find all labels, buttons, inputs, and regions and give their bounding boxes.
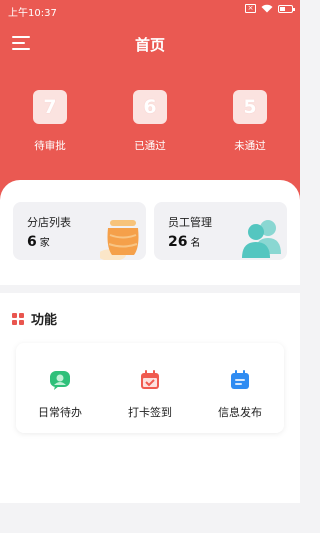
bottom-area xyxy=(0,503,300,533)
stat-pending[interactable]: 7 待审批 xyxy=(15,90,85,153)
features-header: 功能 xyxy=(12,309,57,328)
branch-list-title: 分店列表 xyxy=(27,216,71,229)
approval-stats: 7 待审批 6 已通过 5 未通过 xyxy=(0,90,300,160)
branch-count: 6家 xyxy=(27,234,50,250)
calendar-check-icon xyxy=(141,370,159,389)
feature-check-in[interactable]: 打卡签到 xyxy=(110,369,190,420)
wifi-icon xyxy=(261,4,273,13)
staff-management-title: 员工管理 xyxy=(168,216,212,229)
feature-info-publish[interactable]: 信息发布 xyxy=(200,369,280,420)
feature-info-publish-label: 信息发布 xyxy=(218,406,262,419)
feature-daily-todo[interactable]: 日常待办 xyxy=(20,369,100,420)
features-section: 功能 日常待办 打卡签到 信息发布 xyxy=(0,293,300,503)
stat-approved-label: 已通过 xyxy=(134,140,166,152)
grid-icon xyxy=(12,312,24,325)
status-icons: × xyxy=(245,4,295,13)
stat-rejected[interactable]: 5 未通过 xyxy=(215,90,285,153)
stat-rejected-label: 未通过 xyxy=(234,140,266,152)
top-bar: 首页 xyxy=(0,28,300,58)
chat-icon xyxy=(50,371,70,390)
staff-count-unit: 名 xyxy=(190,238,201,249)
status-bar: 上午10:37 × xyxy=(0,0,300,20)
staff-count-value: 26 xyxy=(168,234,188,250)
page-title: 首页 xyxy=(134,36,165,54)
stat-pending-count: 7 xyxy=(33,90,67,124)
stat-approved-count: 6 xyxy=(133,90,167,124)
summary-panel: 分店列表 6家 员工管理 26 名 xyxy=(0,180,300,285)
feature-check-in-label: 打卡签到 xyxy=(128,406,172,419)
features-grid: 日常待办 打卡签到 信息发布 xyxy=(16,343,284,433)
branch-list-card[interactable]: 分店列表 6家 xyxy=(13,202,146,260)
features-title: 功能 xyxy=(31,313,58,328)
jar-icon xyxy=(100,220,139,260)
status-time: 上午10:37 xyxy=(8,8,57,19)
battery-icon xyxy=(278,4,295,13)
stat-approved[interactable]: 6 已通过 xyxy=(115,90,185,153)
feature-daily-todo-label: 日常待办 xyxy=(38,406,82,419)
no-sim-icon: × xyxy=(245,4,256,13)
branch-count-unit: 家 xyxy=(39,238,50,249)
people-icon xyxy=(242,220,281,258)
staff-management-card[interactable]: 员工管理 26 名 xyxy=(154,202,287,260)
staff-count: 26 名 xyxy=(168,234,200,250)
stat-pending-label: 待审批 xyxy=(34,140,66,152)
branch-count-value: 6 xyxy=(27,234,37,250)
stat-rejected-count: 5 xyxy=(233,90,267,124)
notice-icon xyxy=(231,370,249,389)
